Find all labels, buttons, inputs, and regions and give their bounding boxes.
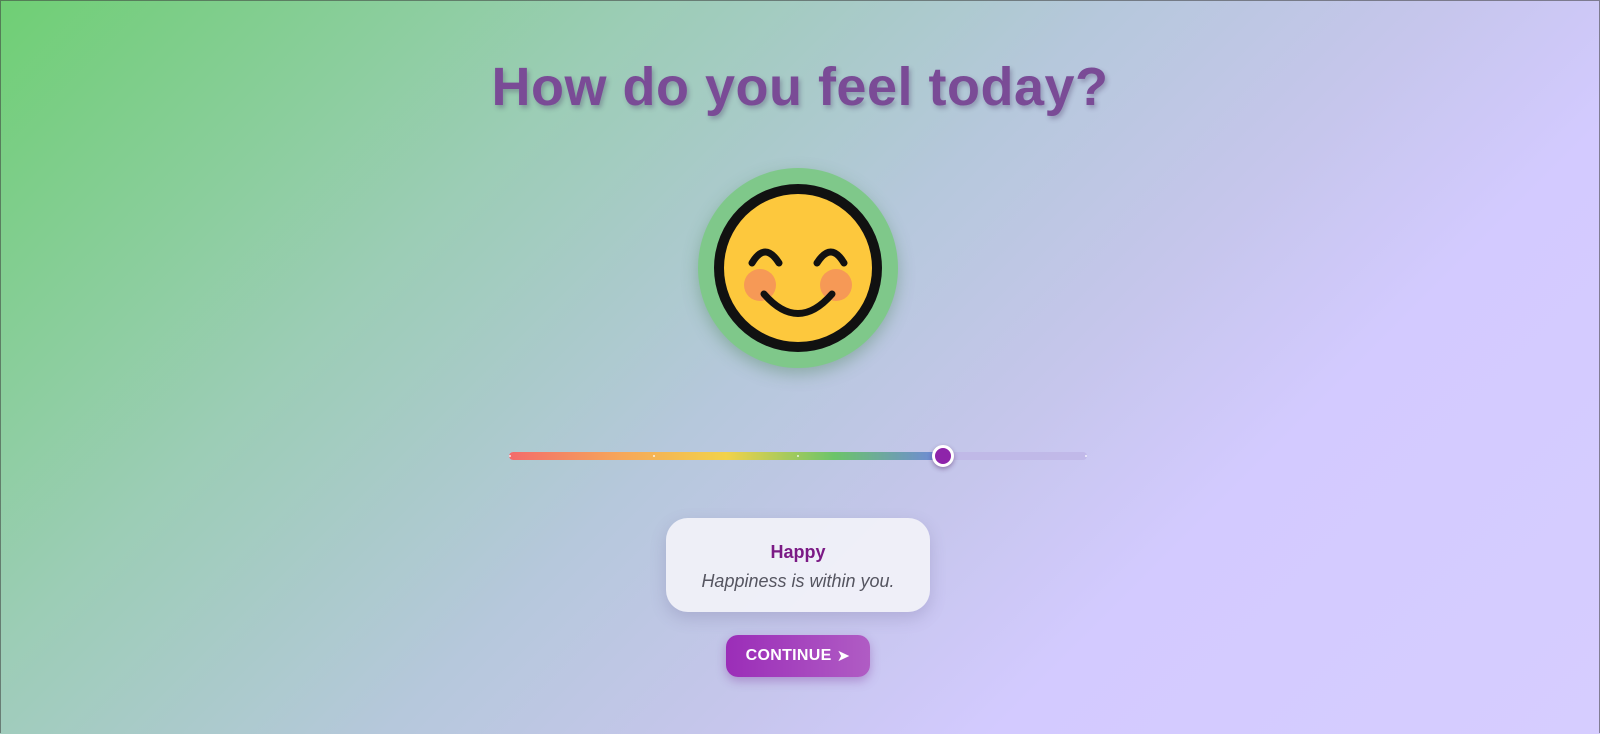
mood-card: Happy Happiness is within you. [666,518,930,612]
mood-quote: Happiness is within you. [701,571,895,591]
page-title: How do you feel today? [491,57,1109,117]
continue-label: CONTINUE [745,647,832,664]
slider-tick [509,455,511,457]
mood-emoji [698,168,898,368]
smiling-face-icon [714,184,882,352]
slider-tick [1085,455,1087,457]
continue-button[interactable]: CONTINUE ➤ [726,635,870,677]
slider-tick [653,455,655,457]
right-cheek [820,269,852,301]
mood-label: Happy [770,542,826,562]
slider-thumb[interactable] [931,445,954,467]
slider-fill [509,452,943,460]
left-cheek [744,269,776,301]
slider-tick [797,455,799,457]
send-arrow-icon: ➤ [836,648,851,665]
mood-slider[interactable] [509,445,1087,467]
